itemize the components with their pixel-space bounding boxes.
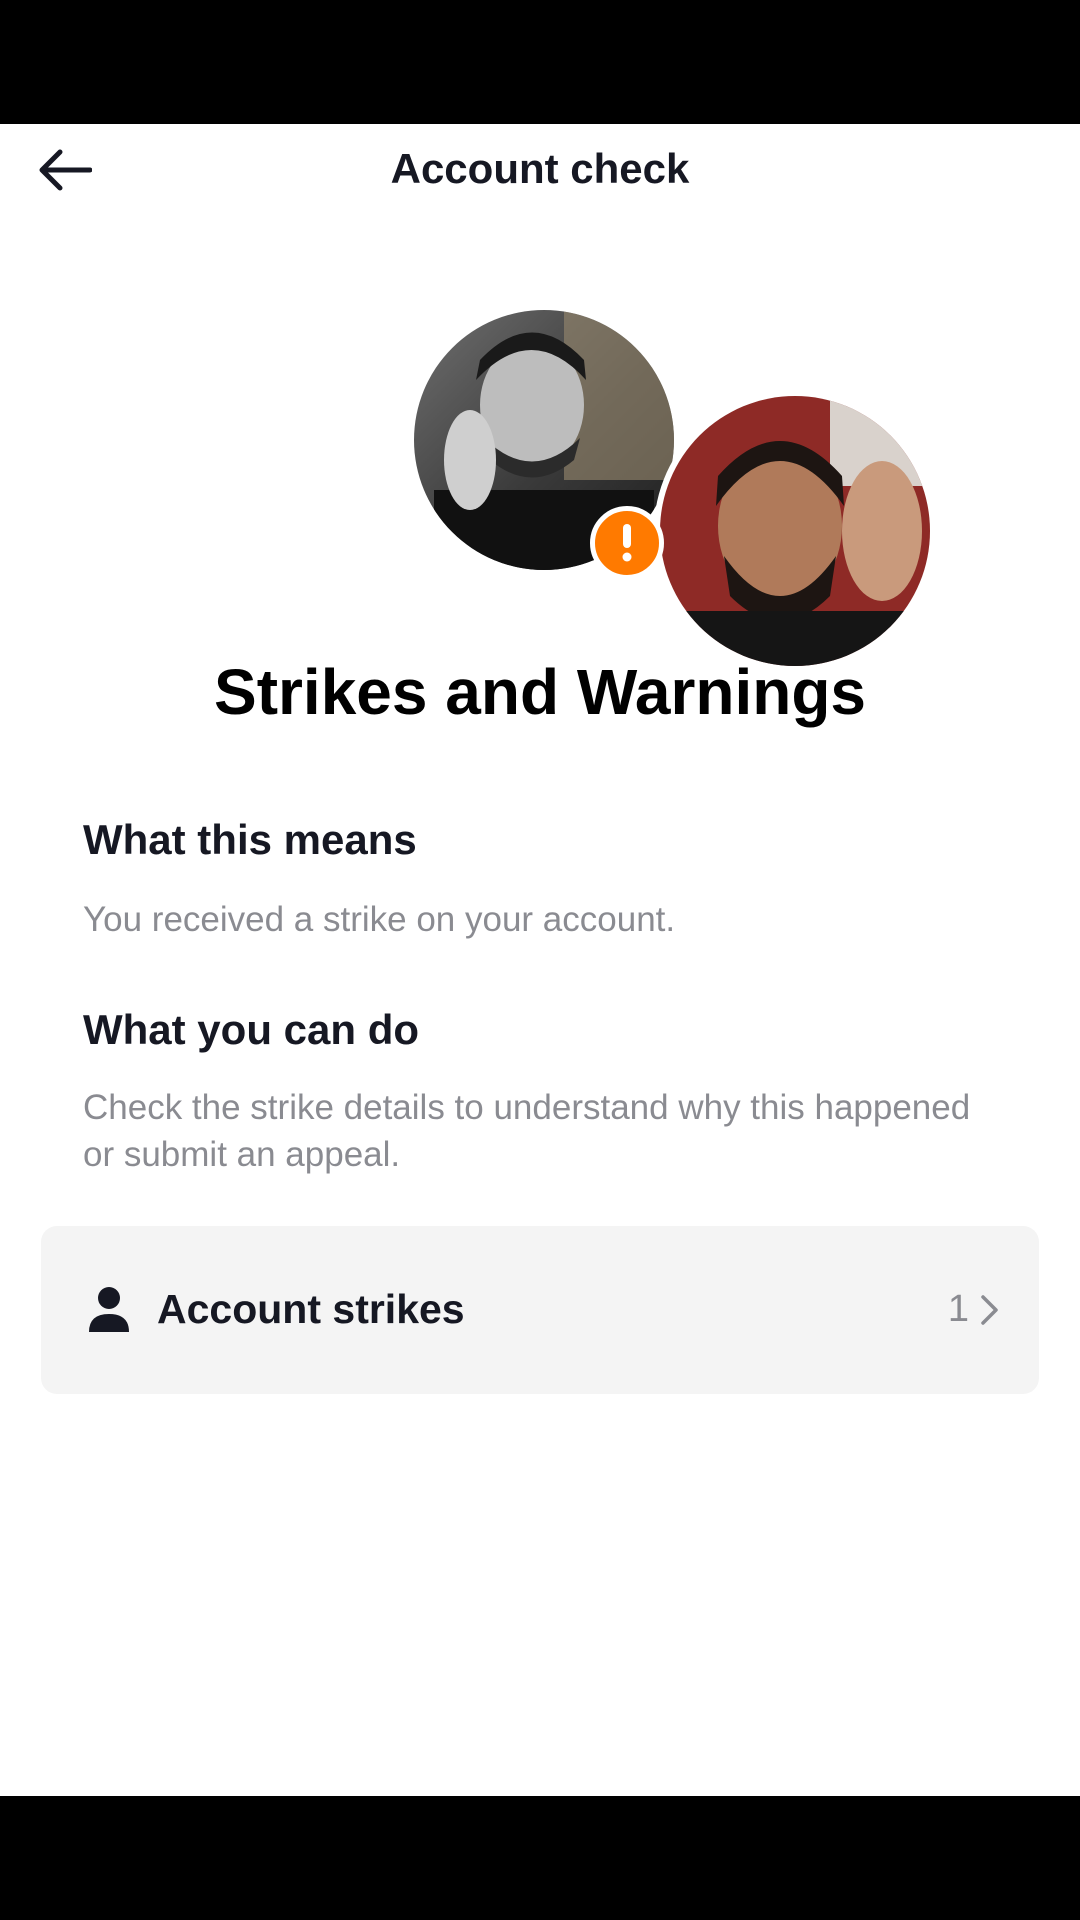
page-title: Strikes and Warnings [214, 656, 866, 728]
exclamation-icon [622, 524, 632, 562]
section-heading-what-this-means: What this means [83, 816, 417, 863]
avatar-group [0, 124, 1080, 684]
strike-count: 1 [947, 1288, 969, 1330]
account-strikes-label: Account strikes [157, 1286, 465, 1332]
account-check-page: Account check Strikes and Warnings What … [0, 124, 1080, 1796]
section-heading-what-you-can-do: What you can do [83, 1006, 419, 1053]
chevron-right-icon [981, 1295, 998, 1325]
section-body-what-you-can-do: Check the strike details to understand w… [83, 1088, 971, 1174]
person-icon [89, 1287, 129, 1332]
account-strikes-row[interactable]: Account strikes 1 [41, 1226, 1039, 1394]
section-body-what-this-means: You received a strike on your account. [83, 900, 676, 939]
warning-badge [590, 506, 664, 580]
user-avatar [654, 390, 936, 672]
screen: Account check Strikes and Warnings What … [0, 0, 1080, 1920]
